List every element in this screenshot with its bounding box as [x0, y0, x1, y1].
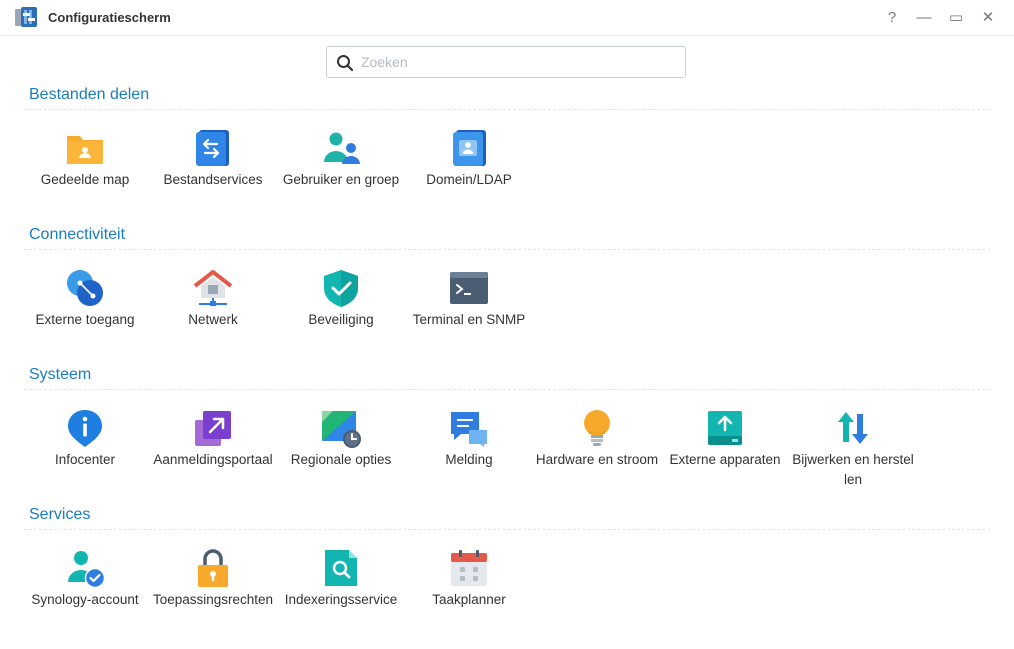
control-panel-app-icon	[15, 7, 37, 27]
tile-label: Bijwerken en herstellen	[792, 452, 914, 487]
tile-label: Beveiliging	[308, 312, 374, 327]
search-input[interactable]	[361, 52, 677, 72]
network-icon	[193, 270, 233, 306]
regional-options-icon	[322, 411, 361, 448]
terminal-icon	[450, 272, 488, 304]
tile-domain-ldap[interactable]: Domein/LDAP	[407, 122, 531, 218]
section-divider	[24, 529, 990, 530]
file-services-icon	[196, 130, 229, 166]
tile-task-scheduler[interactable]: Taakplanner	[407, 542, 531, 638]
tile-label: Externe apparaten	[669, 452, 781, 467]
tile-indexing-service[interactable]: Indexeringsservice	[279, 542, 403, 638]
tile-label: Aanmeldingsportaal	[153, 452, 273, 467]
update-restore-icon	[838, 412, 868, 444]
login-portal-icon	[195, 411, 231, 446]
external-devices-icon	[708, 411, 742, 445]
tile-label: Bestandservices	[163, 172, 263, 187]
tile-synology-account[interactable]: Synology-account	[23, 542, 147, 638]
tile-label: Synology-account	[31, 592, 139, 607]
title-bar: Configuratiescherm ? — ▭ ✕	[0, 0, 1014, 36]
tile-application-privileges[interactable]: Toepassingsrechten	[151, 542, 275, 638]
section-title-system: Systeem	[29, 366, 92, 383]
tile-label: Terminal en SNMP	[412, 312, 526, 327]
user-group-icon	[324, 132, 360, 164]
tile-update-restore[interactable]: Bijwerken en herstellen	[791, 402, 915, 498]
section-title-connectivity: Connectiviteit	[29, 226, 126, 243]
section-divider	[24, 109, 990, 110]
tile-label: Regionale opties	[290, 452, 392, 467]
tile-external-devices[interactable]: Externe apparaten	[663, 402, 787, 498]
tile-label: Indexeringsservice	[284, 592, 398, 607]
help-button[interactable]: ?	[883, 9, 901, 27]
tile-label: Melding	[445, 452, 493, 467]
tile-label: Gedeelde map	[40, 172, 130, 187]
search-icon	[337, 55, 354, 72]
tile-notification[interactable]: Melding	[407, 402, 531, 498]
close-button[interactable]: ✕	[979, 9, 997, 27]
synology-account-icon	[68, 551, 105, 588]
tile-label: Gebruiker en groep	[282, 172, 400, 187]
tile-login-portal[interactable]: Aanmeldingsportaal	[151, 402, 275, 498]
tile-info-center[interactable]: Infocenter	[23, 402, 147, 498]
notification-icon	[451, 412, 487, 447]
tile-label: Infocenter	[54, 452, 116, 467]
shared-folder-icon	[67, 136, 103, 164]
tile-label: Taakplanner	[432, 592, 506, 607]
application-privileges-icon	[198, 549, 228, 587]
hardware-power-icon	[584, 410, 610, 446]
info-center-icon	[68, 410, 102, 447]
section-title-file-sharing: Bestanden delen	[29, 86, 150, 103]
external-access-icon	[67, 270, 103, 306]
section-title-services: Services	[29, 506, 91, 523]
tile-file-services[interactable]: Bestandservices	[151, 122, 275, 218]
tile-label: Netwerk	[188, 312, 238, 327]
section-divider	[24, 249, 990, 250]
tile-label: Domein/LDAP	[426, 172, 512, 187]
tile-external-access[interactable]: Externe toegang	[23, 262, 147, 358]
security-shield-icon	[324, 270, 358, 307]
minimize-button[interactable]: —	[915, 9, 933, 27]
tile-hardware-power[interactable]: Hardware en stroom	[535, 402, 659, 498]
tile-regional-options[interactable]: Regionale opties	[279, 402, 403, 498]
section-divider	[24, 389, 990, 390]
tile-label: Toepassingsrechten	[152, 592, 274, 607]
tile-security[interactable]: Beveiliging	[279, 262, 403, 358]
tile-shared-folder[interactable]: Gedeelde map	[23, 122, 147, 218]
task-scheduler-icon	[451, 550, 487, 586]
maximize-button[interactable]: ▭	[947, 9, 965, 27]
search-box[interactable]	[326, 46, 686, 78]
indexing-service-icon	[325, 550, 357, 586]
tile-label: Hardware en stroom	[535, 452, 659, 467]
tile-network[interactable]: Netwerk	[151, 262, 275, 358]
window-title: Configuratiescherm	[48, 10, 171, 25]
tile-terminal-snmp[interactable]: Terminal en SNMP	[407, 262, 531, 358]
domain-ldap-icon	[453, 130, 486, 166]
tile-user-group[interactable]: Gebruiker en groep	[279, 122, 403, 218]
tile-label: Externe toegang	[35, 312, 135, 327]
